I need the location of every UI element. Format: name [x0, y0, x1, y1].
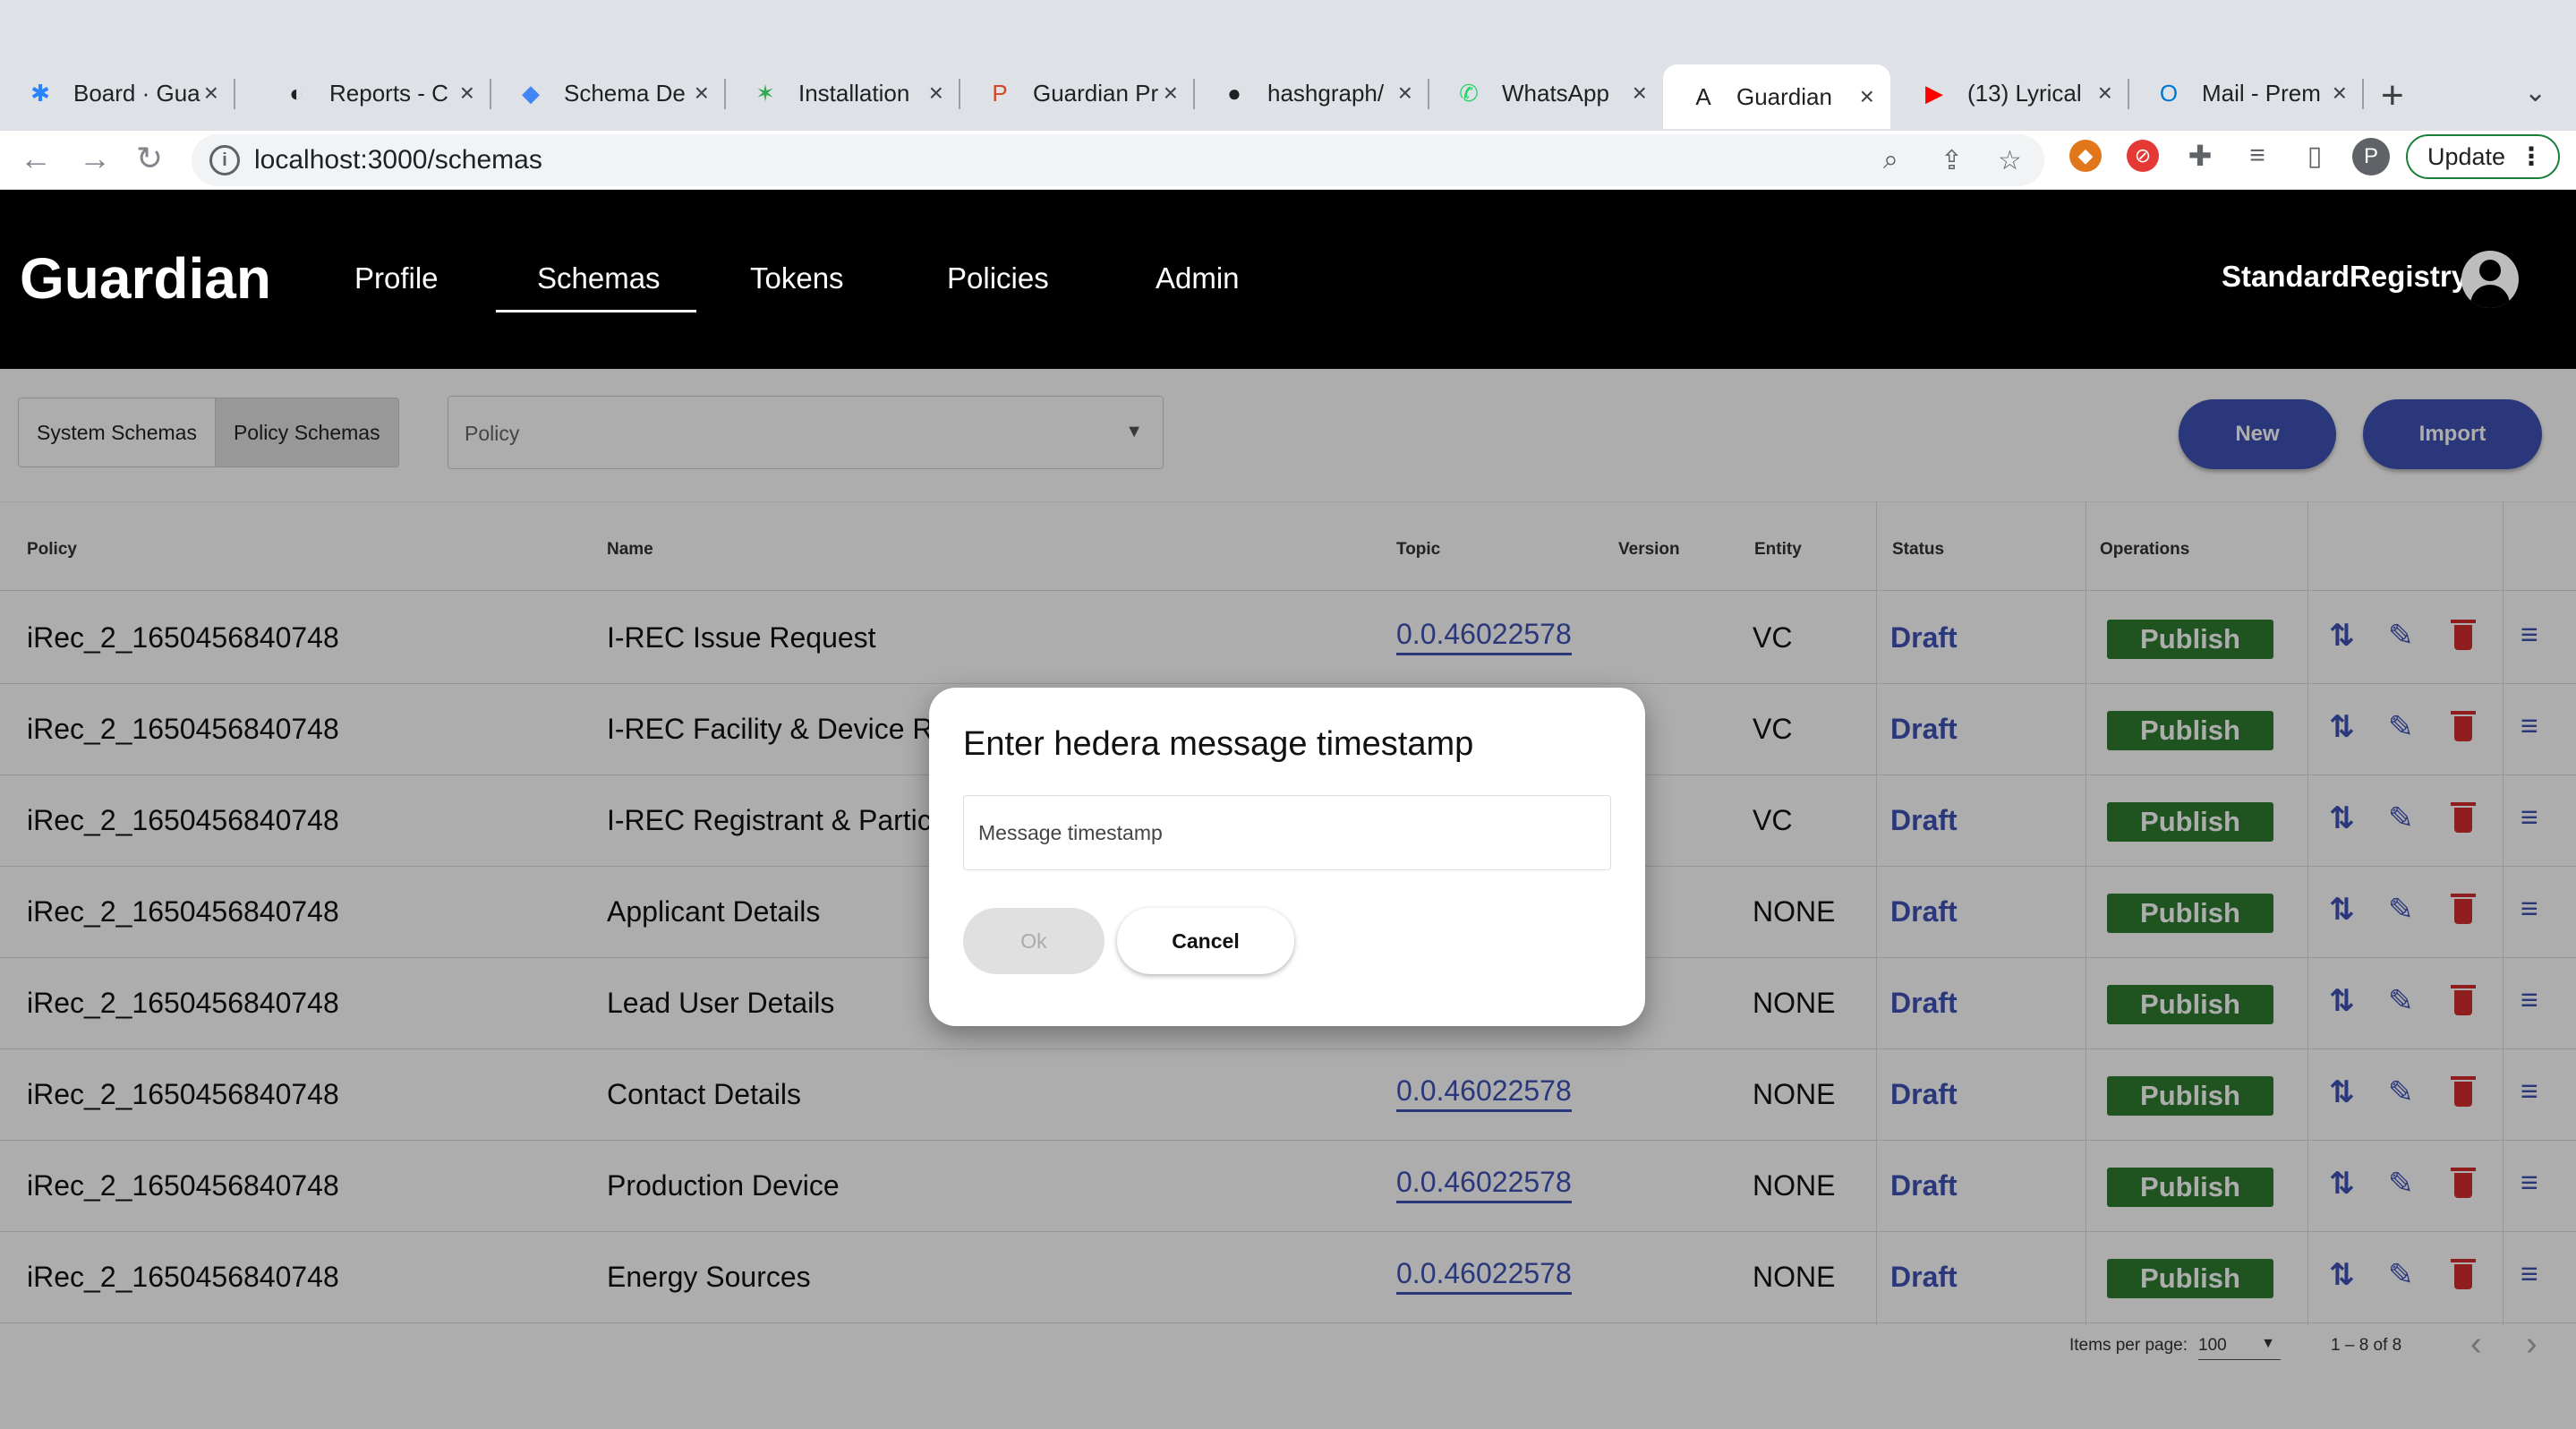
dialog-title: Enter hedera message timestamp [963, 725, 1474, 763]
forward-arrow-icon[interactable]: → [79, 140, 111, 177]
timestamp-dialog: Enter hedera message timestamp Ok Cancel [929, 688, 1645, 1026]
app-header: Guardian Profile Schemas Tokens Policies… [0, 190, 2576, 369]
youtube-icon: ▶ [1925, 79, 1943, 107]
angular-icon: A [1695, 82, 1711, 110]
update-label: Update [2427, 142, 2506, 170]
reading-list-icon[interactable]: ≡ [2241, 140, 2273, 172]
user-name[interactable]: StandardRegistry [2222, 260, 2468, 294]
share-icon[interactable]: ⇪ [1941, 145, 1963, 176]
nav-tokens[interactable]: Tokens [750, 261, 844, 295]
nav-profile[interactable]: Profile [354, 261, 439, 295]
browser-tab[interactable]: ◐ Reports - C × [256, 66, 491, 120]
browser-tab-label: Mail - Prem [2202, 79, 2321, 107]
reports-icon: ◐ [289, 79, 303, 107]
ok-button[interactable]: Ok [963, 908, 1105, 974]
tab-separator [234, 79, 235, 109]
browser-tab[interactable]: O Mail - Prem × [2128, 66, 2364, 120]
browser-tab[interactable]: A Guardian × [1663, 64, 1890, 129]
browser-tab-label: Board · Gua [73, 79, 200, 107]
tab-separator [2362, 79, 2364, 109]
extensions-puzzle-icon[interactable]: ✚ [2184, 140, 2216, 172]
browser-tab-label: WhatsApp [1502, 79, 1609, 107]
nav-admin[interactable]: Admin [1156, 261, 1240, 295]
bookmark-star-icon[interactable]: ☆ [1998, 145, 2022, 176]
red-extension-icon[interactable]: ⊘ [2127, 140, 2159, 172]
browser-tab[interactable]: ◆ Schema De × [490, 66, 726, 120]
close-icon[interactable]: × [2333, 79, 2347, 107]
close-icon[interactable]: × [1398, 79, 1412, 107]
message-timestamp-input[interactable] [963, 795, 1611, 870]
back-arrow-icon[interactable]: ← [20, 140, 52, 177]
close-icon[interactable]: × [2098, 79, 2112, 107]
url-text[interactable]: localhost:3000/schemas [254, 145, 542, 175]
cancel-button[interactable]: Cancel [1117, 908, 1294, 974]
browser-tab-label: Schema De [564, 79, 686, 107]
github-icon: ● [1227, 79, 1241, 107]
nav-schemas[interactable]: Schemas [537, 261, 661, 295]
close-icon[interactable]: × [695, 79, 709, 107]
browser-tab[interactable]: ▶ (13) Lyrical × [1894, 66, 2129, 120]
profile-avatar[interactable]: P [2352, 138, 2390, 175]
layers-icon: ◆ [522, 79, 540, 107]
browser-tab[interactable]: ● hashgraph/ × [1194, 66, 1429, 120]
whatsapp-icon: ✆ [1459, 79, 1479, 107]
palm-icon: ✶ [755, 79, 775, 107]
close-icon[interactable]: × [460, 79, 474, 107]
browser-tab[interactable]: ✶ Installation × [725, 66, 960, 120]
active-nav-indicator [496, 310, 696, 312]
app-logo[interactable]: Guardian [20, 245, 271, 312]
address-bar[interactable]: i localhost:3000/schemas ⌕ ⇪ ☆ [192, 134, 2044, 186]
nav-policies[interactable]: Policies [947, 261, 1049, 295]
close-icon[interactable]: × [1860, 82, 1874, 111]
browser-tab[interactable]: P Guardian Pr × [960, 66, 1195, 120]
kebab-menu-icon[interactable]: ⋮ [2519, 141, 2544, 171]
site-info-icon[interactable]: i [209, 145, 240, 175]
browser-tab-strip: + ⌄ ✱ Board · Gua × ◐ Reports - C × ◆ Schema De… [0, 0, 2576, 131]
update-button[interactable]: Update ⋮ [2406, 134, 2560, 179]
browser-tab-label: hashgraph/ [1267, 79, 1385, 107]
browser-tab-label: Reports - C [329, 79, 448, 107]
outlook-icon: O [2159, 79, 2179, 107]
close-icon[interactable]: × [204, 79, 218, 107]
metamask-extension-icon[interactable]: ◆ [2069, 140, 2102, 172]
side-panel-icon[interactable]: ▯ [2299, 140, 2331, 172]
browser-tab-label: (13) Lyrical [1967, 79, 2082, 107]
close-icon[interactable]: × [1633, 79, 1647, 107]
browser-tab-label: Guardian Pr [1033, 79, 1159, 107]
browser-tab-label: Guardian [1736, 82, 1832, 110]
browser-tab-label: Installation [798, 79, 910, 107]
browser-tab[interactable]: ✱ Board · Gua × [0, 66, 235, 120]
new-tab-button[interactable]: + [2381, 73, 2404, 118]
account-circle-icon[interactable] [2461, 251, 2519, 308]
powerpoint-icon: P [992, 79, 1008, 107]
tab-search-chevron-icon[interactable]: ⌄ [2524, 77, 2546, 108]
close-icon[interactable]: × [1164, 79, 1178, 107]
browser-tab[interactable]: ✆ WhatsApp × [1429, 66, 1663, 120]
jira-icon: ✱ [30, 79, 50, 107]
zoom-icon[interactable]: ⌕ [1883, 145, 1898, 175]
close-icon[interactable]: × [929, 79, 943, 107]
reload-icon[interactable]: ↻ [136, 140, 163, 177]
